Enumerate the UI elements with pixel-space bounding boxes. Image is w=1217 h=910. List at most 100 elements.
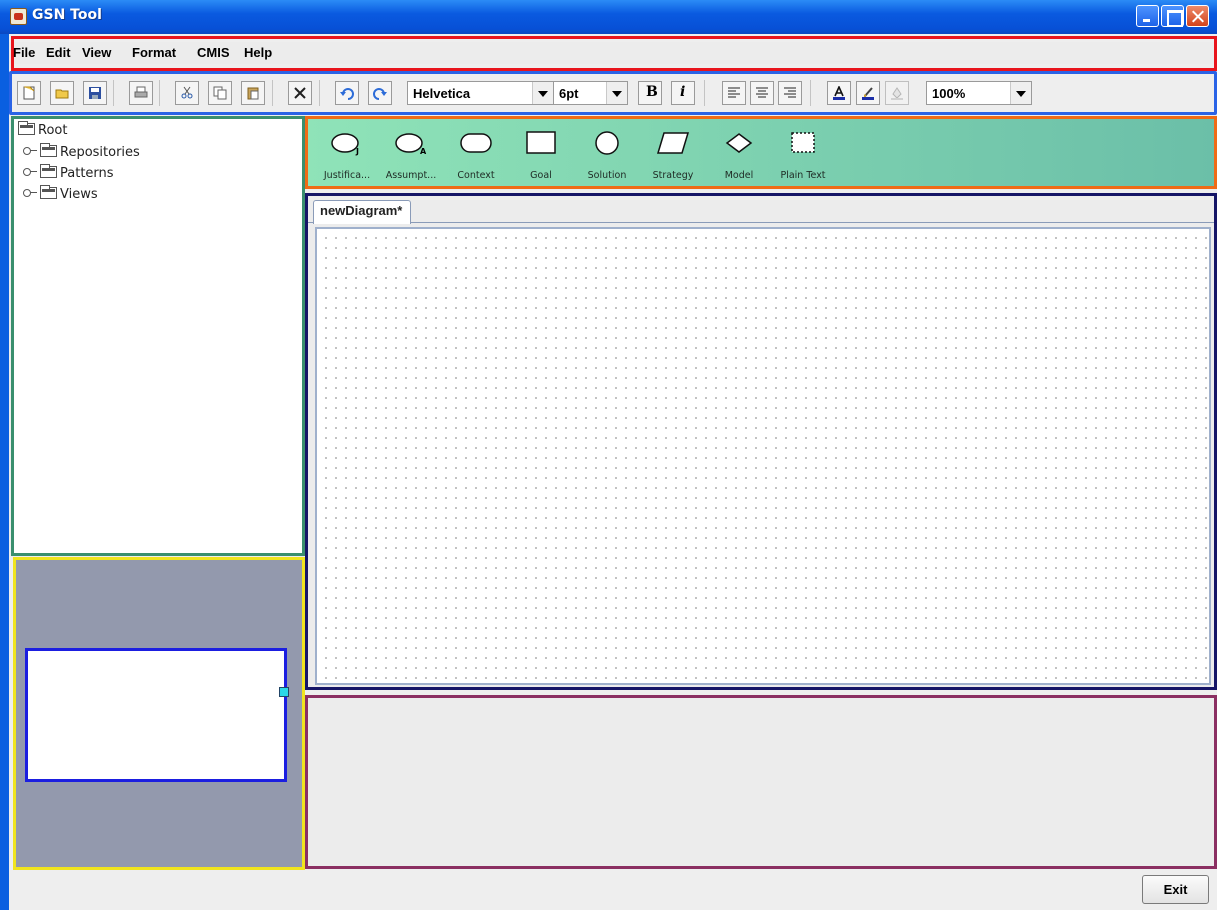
tree-item-patterns[interactable]: Patterns: [22, 164, 114, 181]
open-icon: [55, 89, 69, 99]
palette-label: Strategy: [652, 170, 694, 181]
toolbar: Helvetica 6pt B i 100%: [9, 71, 1217, 115]
print-button[interactable]: [129, 81, 153, 105]
expand-handle-icon[interactable]: [22, 146, 37, 156]
svg-text:A: A: [420, 147, 427, 156]
menu-cmis[interactable]: CMIS: [197, 45, 230, 60]
paste-icon: [247, 87, 259, 100]
cut-icon: [181, 86, 193, 99]
exit-button[interactable]: Exit: [1142, 875, 1209, 904]
new-icon: [23, 86, 35, 100]
font-color-icon: [833, 86, 845, 100]
menu-view[interactable]: View: [82, 45, 111, 60]
strategy-icon: [656, 132, 690, 154]
palette-label: Model: [724, 170, 754, 181]
menu-file[interactable]: File: [13, 45, 35, 60]
overview-viewport[interactable]: [25, 648, 287, 782]
tree-item-views[interactable]: Views: [22, 185, 98, 202]
model-icon: [725, 133, 753, 153]
delete-button[interactable]: [288, 81, 312, 105]
save-icon: [89, 87, 101, 99]
copy-button[interactable]: [208, 81, 232, 105]
palette-item-plain-text[interactable]: Plain Text: [768, 119, 838, 186]
palette-label: Context: [457, 170, 495, 181]
tree-item-label: Patterns: [60, 166, 114, 181]
undo-button[interactable]: [335, 81, 359, 105]
palette-item-solution[interactable]: Solution: [572, 119, 642, 186]
menu-edit[interactable]: Edit: [46, 45, 71, 60]
align-center-icon: [756, 87, 768, 98]
palette-item-assumption[interactable]: A Assumpt...: [376, 119, 446, 186]
tree-item-root[interactable]: Root: [18, 121, 68, 138]
diagram-overview: [13, 557, 305, 870]
expand-handle-icon[interactable]: [22, 167, 37, 177]
new-button[interactable]: [17, 81, 41, 105]
close-button[interactable]: [1186, 5, 1209, 27]
open-button[interactable]: [50, 81, 74, 105]
chevron-down-icon: [606, 82, 627, 104]
chevron-down-icon: [1010, 82, 1031, 104]
font-family-select[interactable]: Helvetica: [407, 81, 554, 105]
app-window: GSN Tool File Edit View Format CMIS Help: [0, 0, 1217, 910]
palette-item-goal[interactable]: Goal: [506, 119, 576, 186]
bold-icon: B: [646, 84, 658, 100]
maximize-icon: [1162, 6, 1183, 27]
fill-color-icon: [862, 87, 874, 100]
undo-icon: [340, 88, 354, 100]
context-icon: [460, 133, 492, 153]
save-button[interactable]: [83, 81, 107, 105]
window-title: GSN Tool: [32, 7, 102, 23]
font-size-select[interactable]: 6pt: [553, 81, 628, 105]
app-icon: [10, 8, 27, 25]
bold-button[interactable]: B: [638, 81, 662, 105]
palette-item-justification[interactable]: J Justifica...: [312, 119, 382, 186]
font-family-value: Helvetica: [413, 86, 471, 101]
tab-new-diagram[interactable]: newDiagram*: [313, 200, 412, 224]
zoom-select[interactable]: 100%: [926, 81, 1032, 105]
tab-strip-border: [308, 222, 1214, 223]
italic-button[interactable]: i: [671, 81, 695, 105]
svg-text:J: J: [355, 147, 359, 156]
zoom-value: 100%: [932, 86, 966, 101]
align-right-button[interactable]: [778, 81, 802, 105]
toolbar-separator: [113, 80, 114, 106]
palette-item-model[interactable]: Model: [704, 119, 774, 186]
paste-button[interactable]: [241, 81, 265, 105]
cut-button[interactable]: [175, 81, 199, 105]
align-center-button[interactable]: [750, 81, 774, 105]
toolbar-separator: [272, 80, 273, 106]
tree-item-repositories[interactable]: Repositories: [22, 143, 140, 160]
tree-item-label: Views: [60, 187, 98, 202]
line-color-button[interactable]: [885, 81, 909, 105]
folder-icon: [40, 164, 57, 178]
redo-button[interactable]: [368, 81, 392, 105]
expand-handle-icon[interactable]: [22, 188, 37, 198]
font-color-button[interactable]: [827, 81, 851, 105]
minimize-button[interactable]: [1136, 5, 1159, 27]
toolbar-separator: [704, 80, 705, 106]
menu-format[interactable]: Format: [132, 45, 176, 60]
palette-item-context[interactable]: Context: [441, 119, 511, 186]
solution-icon: [595, 131, 619, 155]
menu-help[interactable]: Help: [244, 45, 272, 60]
viewport-resize-handle[interactable]: [279, 687, 289, 697]
menu-bar-region: [11, 36, 1217, 71]
palette-item-strategy[interactable]: Strategy: [638, 119, 708, 186]
toolbar-separator: [810, 80, 811, 106]
diagram-canvas[interactable]: [315, 227, 1211, 685]
palette-label: Justifica...: [323, 170, 371, 181]
goal-icon: [526, 131, 556, 154]
align-left-icon: [728, 87, 740, 98]
align-left-button[interactable]: [722, 81, 746, 105]
tree-item-label: Repositories: [60, 145, 140, 160]
align-right-icon: [784, 87, 796, 98]
toolbar-separator: [319, 80, 320, 106]
fill-color-button[interactable]: [856, 81, 880, 105]
close-icon: [1187, 6, 1208, 26]
maximize-button[interactable]: [1161, 5, 1184, 27]
print-icon: [134, 86, 148, 98]
folder-icon: [40, 143, 57, 157]
tree-item-label: Root: [38, 123, 68, 138]
line-color-icon: [891, 87, 903, 100]
diagram-editor: newDiagram*: [305, 193, 1217, 690]
